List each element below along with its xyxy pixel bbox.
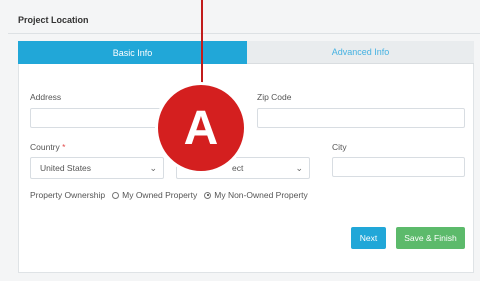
annotation-pointer-line [201,0,203,88]
panel-title: Project Location [18,15,89,25]
radio-my-non-owned-property[interactable]: My Non-Owned Property [204,190,308,200]
zip-code-label: Zip Code [257,92,292,102]
chevron-down-icon: ⌄ [149,163,157,173]
annotation-marker-letter: A [183,101,219,155]
address-label: Address [30,92,62,102]
country-select-value: United States [40,163,92,173]
city-input[interactable] [332,157,465,177]
tab-basic-info-label: Basic Info [112,47,153,58]
tab-advanced-info[interactable]: Advanced Info [247,41,474,64]
property-ownership-group: Property Ownership My Owned Property My … [30,190,308,200]
radio-button-selected-icon[interactable] [204,191,212,199]
next-button-label: Next [359,233,378,243]
radio-my-non-owned-label: My Non-Owned Property [214,190,308,200]
chevron-down-icon: ⌄ [295,163,303,173]
radio-my-owned-label: My Owned Property [122,190,198,200]
radio-button-icon[interactable] [112,191,120,199]
required-mark: * [62,142,66,152]
radio-my-owned-property[interactable]: My Owned Property [112,190,197,200]
next-button[interactable]: Next [351,227,386,249]
title-divider [8,33,480,34]
zip-code-input[interactable] [257,108,465,128]
country-select[interactable]: United States ⌄ [30,157,164,179]
state-select-value: ect [232,163,244,173]
tab-basic-info[interactable]: Basic Info [18,41,247,64]
save-and-finish-label: Save & Finish [404,233,457,243]
country-label: Country * [30,142,65,152]
tab-advanced-info-label: Advanced Info [331,47,390,57]
property-ownership-label: Property Ownership [30,190,106,200]
country-label-text: Country [30,142,60,152]
annotation-marker-a: A [155,82,247,174]
save-and-finish-button[interactable]: Save & Finish [396,227,465,249]
city-label: City [332,142,347,152]
